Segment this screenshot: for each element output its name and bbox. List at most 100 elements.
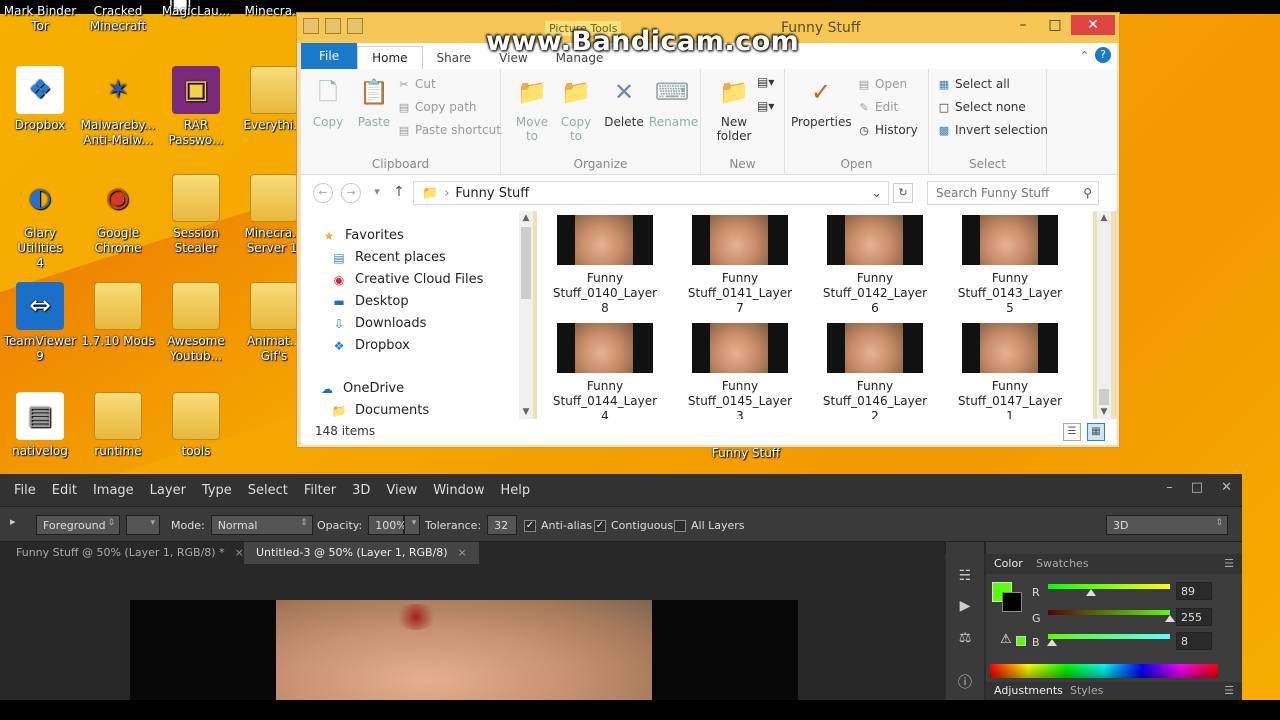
delete-button[interactable]: ✕ Delete — [601, 75, 647, 129]
address-field[interactable]: 📁 › Funny Stuff ⌄ — [413, 181, 889, 205]
menu-3d[interactable]: 3D — [344, 483, 378, 498]
menu-edit[interactable]: Edit — [44, 483, 85, 498]
easy-access-icon[interactable]: ▤▾ — [757, 99, 774, 113]
menu-filter[interactable]: Filter — [296, 483, 344, 498]
panel-menu-icon[interactable]: ☰ — [1224, 684, 1234, 697]
minimize-button[interactable]: – — [1007, 15, 1039, 35]
refresh-button[interactable]: ↻ — [893, 183, 913, 203]
minimize-button[interactable]: – — [1166, 480, 1173, 495]
menu-layer[interactable]: Layer — [142, 483, 194, 498]
rename-button[interactable]: ⌨ Rename — [649, 75, 698, 129]
desktop-icon[interactable]: ◐ Glary Utilities 4 — [0, 174, 80, 271]
close-icon[interactable]: × — [458, 546, 467, 559]
desktop-icon[interactable]: ▣ RAR Passwo... — [156, 66, 236, 148]
nav-scrollbar[interactable]: ▲ ▼ — [519, 211, 533, 419]
all-layers-checkbox[interactable]: All Layers — [674, 519, 745, 532]
desktop-icon[interactable]: Mark Binder Tor — [0, 4, 80, 34]
chevron-up-icon[interactable]: ⌃ — [1080, 49, 1089, 62]
contiguous-checkbox[interactable]: ✓ Contiguous — [594, 519, 673, 532]
file-item[interactable]: Funny Stuff_0143_Layer 5 — [950, 211, 1070, 316]
anti-alias-checkbox[interactable]: ✓ Anti-alias — [524, 519, 592, 532]
desktop-icon[interactable]: ▣ MagicLau... — [156, 0, 236, 19]
scroll-up-icon[interactable]: ▲ — [519, 213, 533, 223]
maximize-button[interactable]: □ — [1039, 15, 1071, 35]
cut-button[interactable]: ✂ Cut — [397, 77, 435, 91]
copy-button[interactable]: 🗋 Copy — [305, 75, 351, 129]
tab-share[interactable]: Share — [423, 47, 486, 69]
desktop-icon-funny-stuff[interactable]: Funny Stuff — [706, 446, 786, 461]
tool-preset-icon[interactable]: ▸ — [10, 515, 16, 528]
file-item[interactable]: Funny Stuff_0145_Layer 3 — [680, 319, 800, 424]
new-item-icon[interactable]: ▤▾ — [757, 75, 774, 89]
desktop-icon[interactable]: runtime — [78, 392, 158, 459]
copy-to-button[interactable]: 📁 Copy to — [553, 75, 599, 143]
tab-color[interactable]: Color — [994, 557, 1023, 570]
nav-item-recent-places[interactable]: ▤ Recent places — [331, 250, 445, 265]
file-item[interactable]: Funny Stuff_0147_Layer 1 — [950, 319, 1070, 424]
select-all-button[interactable]: ▦ Select all — [937, 77, 1010, 91]
close-button[interactable]: ✕ — [1071, 15, 1115, 35]
help-icon[interactable]: ? — [1095, 47, 1111, 63]
desktop-icon[interactable]: ◉ Google Chrome — [78, 174, 158, 256]
menu-image[interactable]: Image — [85, 483, 142, 498]
slider-g[interactable] — [1048, 610, 1175, 622]
copy-path-button[interactable]: ▤ Copy path — [397, 100, 477, 114]
workspace-select[interactable]: 3D ⇕ — [1106, 515, 1228, 535]
menu-select[interactable]: Select — [240, 483, 296, 498]
tab-file[interactable]: File — [301, 43, 358, 69]
slider-handle[interactable] — [1046, 639, 1057, 646]
info-icon[interactable]: ⓘ — [955, 672, 975, 692]
scroll-up-icon[interactable]: ▲ — [1097, 213, 1111, 223]
scroll-thumb[interactable] — [1099, 389, 1109, 405]
breadcrumb[interactable]: Funny Stuff — [455, 186, 529, 201]
scroll-thumb[interactable] — [521, 227, 531, 299]
nav-item-creative-cloud[interactable]: ◉ Creative Cloud Files — [331, 272, 484, 287]
history-button[interactable]: ◷ History — [857, 123, 918, 137]
search-icon[interactable]: ⚲ — [1083, 186, 1092, 200]
back-button[interactable]: ← — [313, 183, 333, 203]
gamut-warning-icon[interactable]: ⚠ — [1000, 632, 1012, 647]
desktop-icon[interactable]: Awesome Youtub... — [156, 282, 236, 364]
desktop-icon[interactable]: tools — [156, 392, 236, 459]
move-to-button[interactable]: 📁 Move to — [509, 75, 555, 143]
file-item[interactable]: Funny Stuff_0140_Layer 8 — [545, 211, 665, 316]
select-none-button[interactable]: □ Select none — [937, 100, 1026, 114]
desktop-icon[interactable]: 1.7.10 Mods — [78, 282, 158, 349]
tab-home[interactable]: Home — [357, 46, 423, 69]
file-item[interactable]: Funny Stuff_0141_Layer 7 — [680, 211, 800, 316]
opacity-input[interactable]: 100% — [368, 515, 407, 535]
up-button[interactable]: ↑ — [389, 183, 409, 203]
nav-item-onedrive[interactable]: ☁ OneDrive — [319, 381, 404, 396]
nav-item-desktop[interactable]: ▬ Desktop — [331, 294, 408, 309]
history-panel-icon[interactable]: ☵ — [955, 568, 975, 588]
close-button[interactable]: ✕ — [1221, 480, 1232, 495]
maximize-button[interactable]: □ — [1191, 480, 1203, 495]
menu-view[interactable]: View — [378, 483, 425, 498]
file-item[interactable]: Funny Stuff_0142_Layer 6 — [815, 211, 935, 316]
paste-button[interactable]: 📋 Paste — [351, 75, 397, 129]
file-scrollbar[interactable]: ▲ ▼ — [1097, 211, 1111, 419]
desktop-icon[interactable]: ⇔ TeamViewer 9 — [0, 282, 80, 364]
properties-icon[interactable] — [325, 18, 341, 34]
forward-button[interactable]: → — [341, 183, 361, 203]
slider-b[interactable] — [1046, 634, 1170, 646]
tab-swatches[interactable]: Swatches — [1036, 557, 1089, 570]
color-spectrum-ramp[interactable] — [990, 664, 1218, 678]
open-button[interactable]: ▤ Open — [857, 77, 907, 91]
tolerance-input[interactable]: 32 — [487, 515, 518, 535]
file-item[interactable]: Funny Stuff_0146_Layer 2 — [815, 319, 935, 424]
tab-styles[interactable]: Styles — [1070, 684, 1103, 697]
opacity-slider-button[interactable]: ▾ — [404, 515, 421, 535]
paste-shortcut-button[interactable]: ▤ Paste shortcut — [397, 123, 501, 137]
chevron-down-icon[interactable]: ⌄ — [871, 186, 882, 201]
paragraph-icon[interactable]: ⚖ — [955, 630, 975, 650]
nav-item-documents[interactable]: 📁 Documents — [331, 403, 430, 418]
tab-funny-stuff[interactable]: Funny Stuff @ 50% (Layer 1, RGB/8) * × — [4, 542, 256, 564]
scroll-down-icon[interactable]: ▼ — [519, 407, 533, 417]
nav-item-dropbox[interactable]: ❖ Dropbox — [331, 338, 410, 353]
search-input[interactable]: Search Funny Stuff ⚲ — [927, 181, 1099, 205]
nav-item-downloads[interactable]: ⇩ Downloads — [331, 316, 426, 331]
document-canvas[interactable] — [130, 600, 798, 700]
value-g[interactable]: 255 — [1176, 608, 1212, 626]
menu-file[interactable]: File — [6, 483, 44, 498]
